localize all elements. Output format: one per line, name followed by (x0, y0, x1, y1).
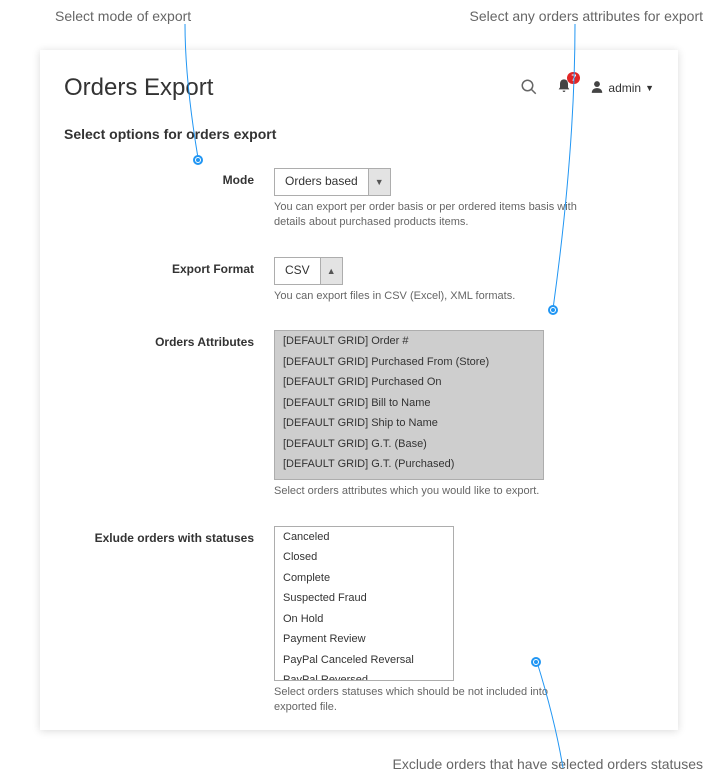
list-item[interactable]: [DEFAULT GRID] Status (275, 475, 543, 481)
list-item[interactable]: [DEFAULT GRID] Purchased From (Store) (275, 352, 543, 373)
chevron-down-icon: ▼ (368, 169, 390, 195)
list-item[interactable]: Suspected Fraud (275, 588, 453, 609)
annotation-exclude: Exclude orders that have selected orders… (392, 756, 703, 772)
annotation-attributes: Select any orders attributes for export (470, 8, 703, 24)
list-item[interactable]: PayPal Canceled Reversal (275, 650, 453, 671)
list-item[interactable]: PayPal Reversed (275, 670, 453, 681)
header: Orders Export 7 admin ▼ (64, 74, 654, 102)
annotation-dot (531, 657, 541, 667)
mode-select[interactable]: Orders based ▼ (274, 168, 391, 196)
mode-help: You can export per order basis or per or… (274, 200, 584, 231)
list-item[interactable]: [DEFAULT GRID] G.T. (Purchased) (275, 454, 543, 475)
mode-value: Orders based (275, 169, 368, 195)
list-item[interactable]: [DEFAULT GRID] Order # (275, 331, 543, 352)
exclude-label: Exlude orders with statuses (64, 526, 274, 716)
section-subtitle: Select options for orders export (64, 126, 654, 142)
format-select[interactable]: CSV ▲ (274, 257, 343, 285)
list-item[interactable]: Complete (275, 568, 453, 589)
notification-badge: 7 (567, 72, 580, 84)
notifications-button[interactable]: 7 (556, 78, 572, 99)
chevron-up-icon: ▲ (320, 258, 342, 284)
attributes-help: Select orders attributes which you would… (274, 484, 584, 499)
attributes-multiselect[interactable]: [DEFAULT GRID] Order #[DEFAULT GRID] Pur… (274, 330, 544, 480)
annotation-mode: Select mode of export (55, 8, 191, 24)
page-title: Orders Export (64, 74, 213, 102)
user-menu[interactable]: admin ▼ (590, 80, 654, 97)
format-value: CSV (275, 258, 320, 284)
attributes-label: Orders Attributes (64, 330, 274, 499)
mode-row: Mode Orders based ▼ You can export per o… (64, 168, 654, 231)
exclude-row: Exlude orders with statuses CanceledClos… (64, 526, 654, 716)
user-icon (590, 80, 604, 97)
exclude-help: Select orders statuses which should be n… (274, 685, 584, 716)
main-panel: Orders Export 7 admin ▼ Select options f… (40, 50, 678, 730)
list-item[interactable]: [DEFAULT GRID] Ship to Name (275, 413, 543, 434)
format-help: You can export files in CSV (Excel), XML… (274, 289, 584, 304)
list-item[interactable]: [DEFAULT GRID] Purchased On (275, 372, 543, 393)
list-item[interactable]: [DEFAULT GRID] G.T. (Base) (275, 434, 543, 455)
list-item[interactable]: Closed (275, 547, 453, 568)
annotation-dot (548, 305, 558, 315)
chevron-down-icon: ▼ (645, 83, 654, 93)
search-icon[interactable] (520, 78, 538, 99)
attributes-row: Orders Attributes [DEFAULT GRID] Order #… (64, 330, 654, 499)
format-row: Export Format CSV ▲ You can export files… (64, 257, 654, 304)
mode-label: Mode (64, 168, 274, 231)
format-label: Export Format (64, 257, 274, 304)
exclude-multiselect[interactable]: CanceledClosedCompleteSuspected FraudOn … (274, 526, 454, 681)
user-label: admin (608, 81, 641, 95)
list-item[interactable]: [DEFAULT GRID] Bill to Name (275, 393, 543, 414)
list-item[interactable]: Payment Review (275, 629, 453, 650)
list-item[interactable]: On Hold (275, 609, 453, 630)
annotation-dot (193, 155, 203, 165)
list-item[interactable]: Canceled (275, 527, 453, 548)
